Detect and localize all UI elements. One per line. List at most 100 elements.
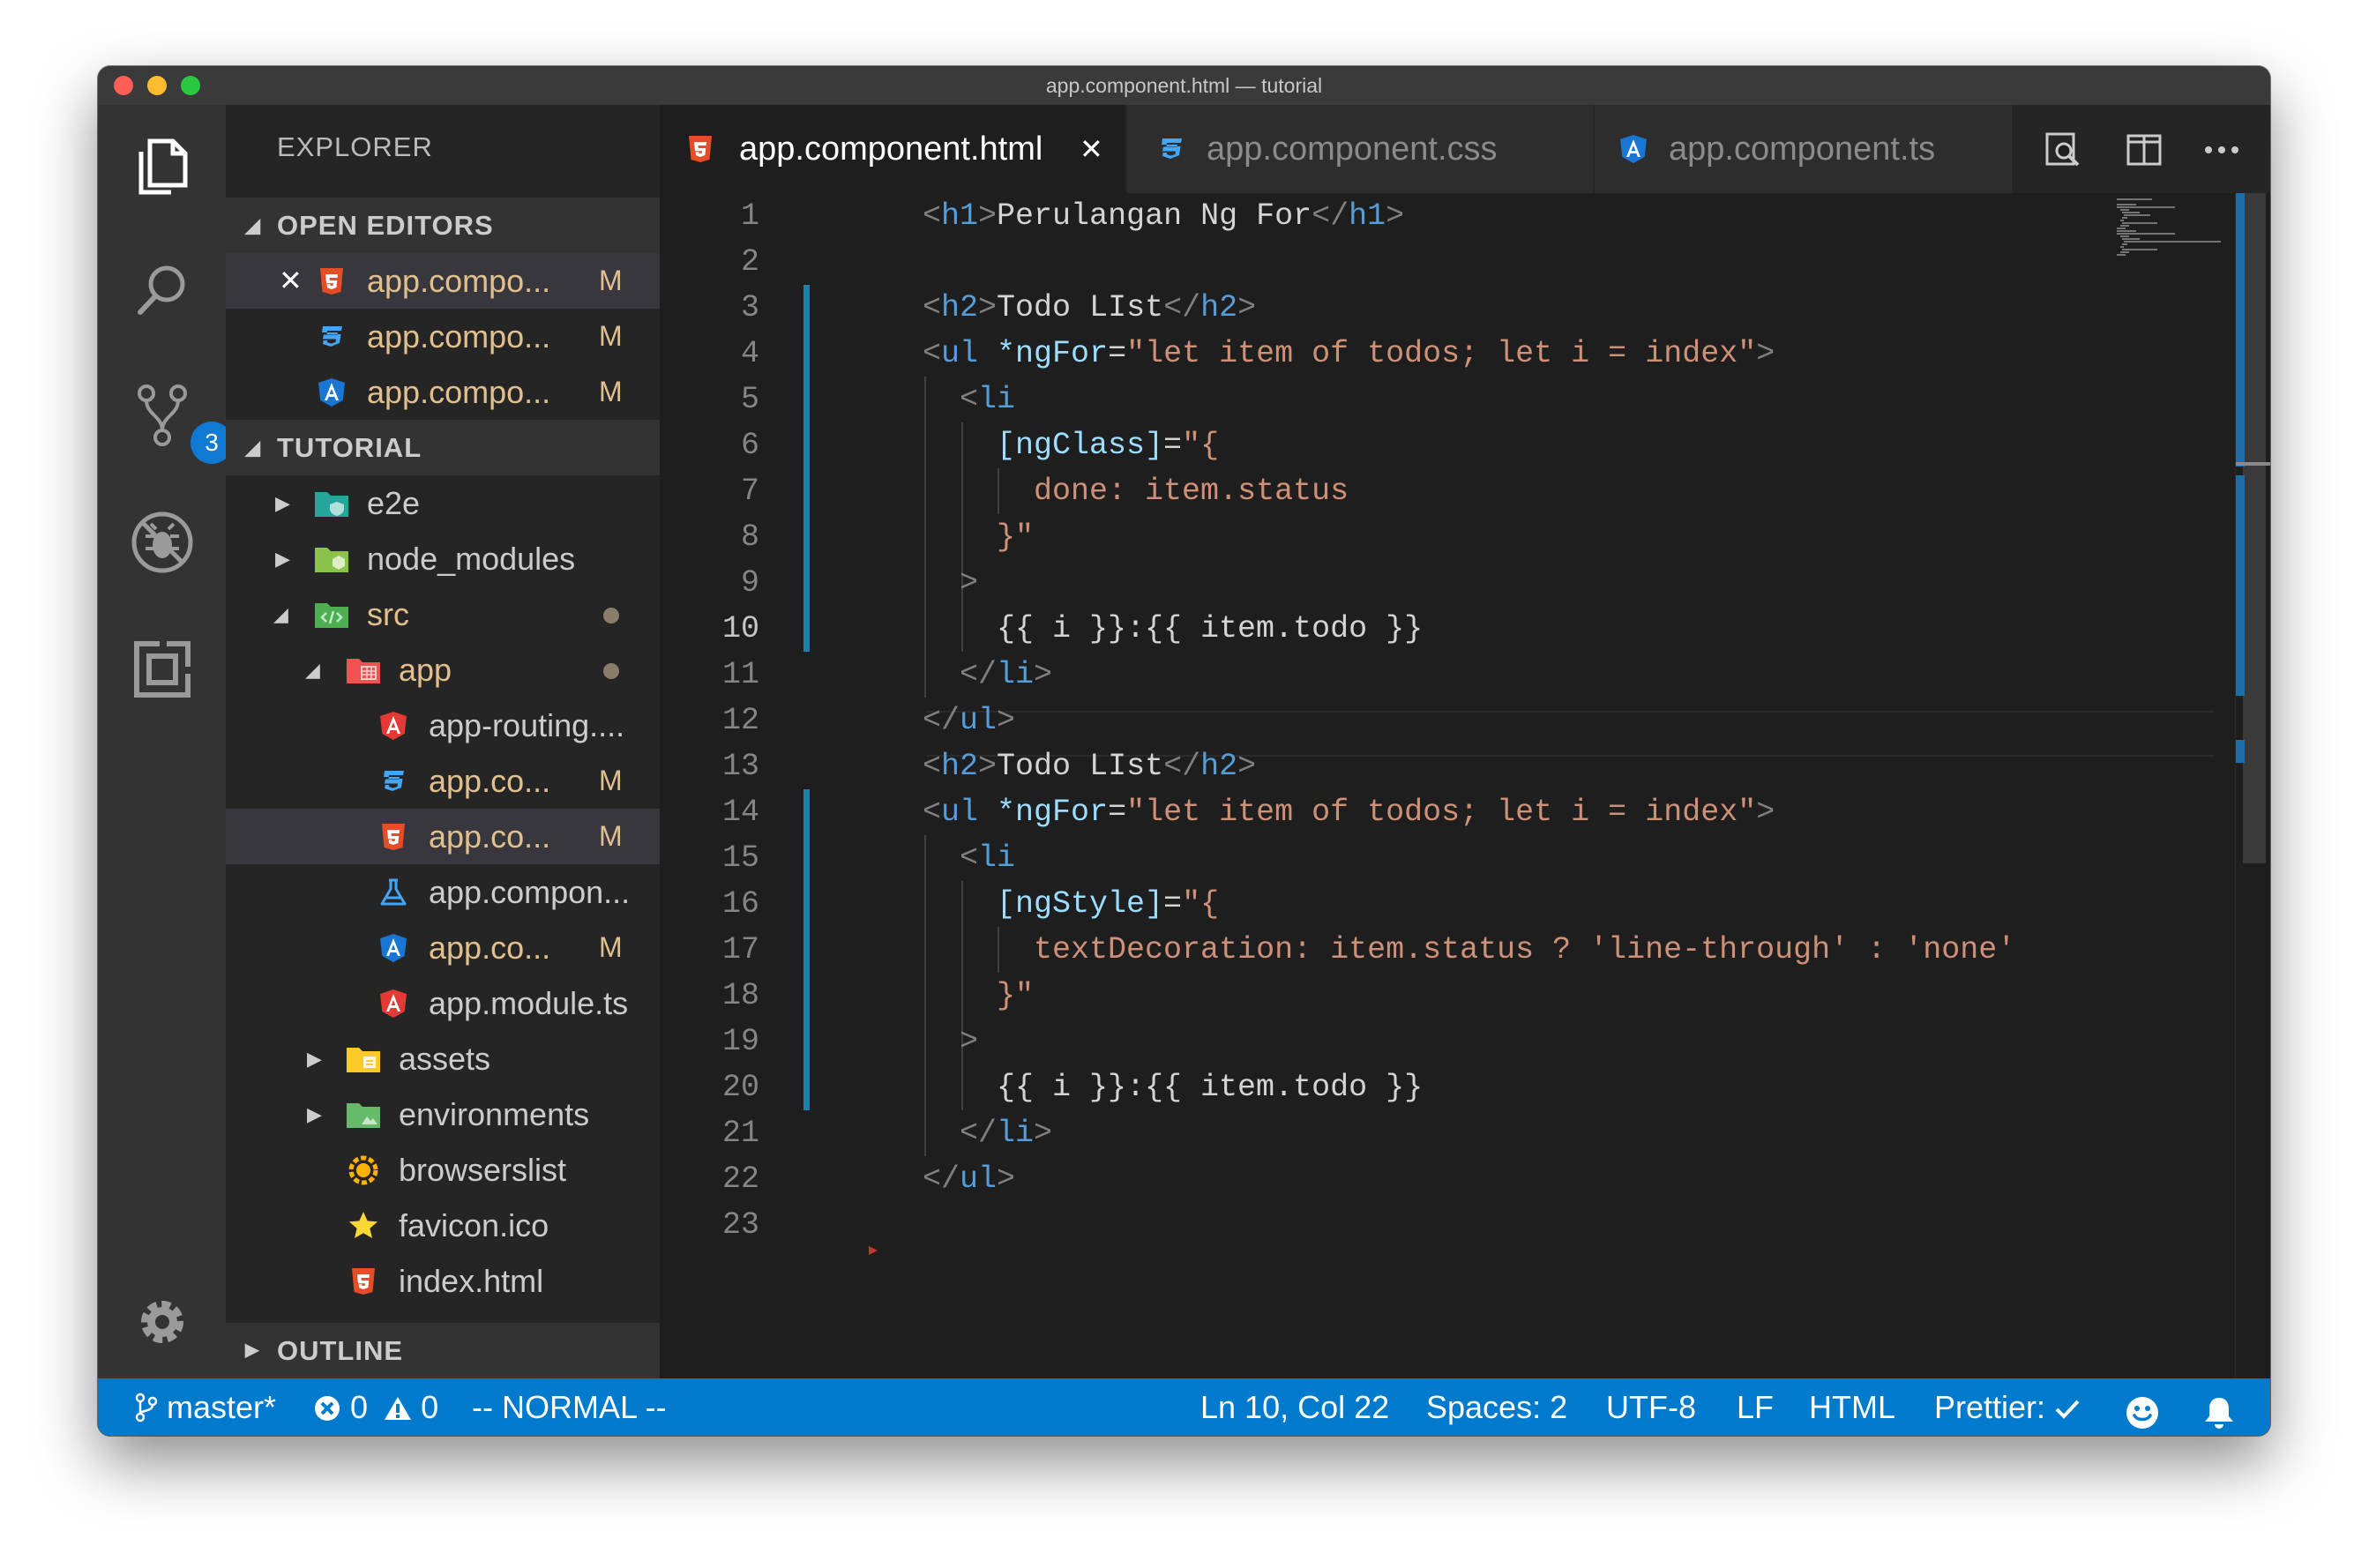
- indentation-status[interactable]: Spaces: 2: [1426, 1378, 1567, 1436]
- feedback-smiley-icon[interactable]: [2125, 1391, 2160, 1436]
- open-preview-icon[interactable]: [2043, 130, 2083, 170]
- code-line: </li>: [960, 1116, 1053, 1151]
- chevron-down-icon: ◢: [245, 437, 261, 459]
- line-number: 6: [740, 428, 759, 463]
- tree-item-folder[interactable]: ▶ e2e: [226, 475, 660, 531]
- scrollbar-thumb[interactable]: [2243, 193, 2266, 863]
- tree-item-file[interactable]: app.module.ts: [226, 975, 660, 1031]
- code-line: }": [997, 978, 1035, 1013]
- line-number: 5: [740, 382, 759, 417]
- git-branch-icon: [135, 1393, 158, 1422]
- tree-item-file[interactable]: app.co... M: [226, 753, 660, 809]
- line-number: 3: [740, 290, 759, 325]
- tab-close-icon[interactable]: ✕: [1080, 105, 1103, 193]
- code-line: >: [960, 565, 979, 601]
- encoding-status[interactable]: UTF-8: [1606, 1378, 1696, 1436]
- code-line: </li>: [960, 657, 1053, 692]
- gear-icon[interactable]: [127, 1287, 198, 1357]
- angular-icon: [376, 930, 411, 966]
- line-number: 18: [721, 978, 759, 1013]
- code-line: [ngStyle]="{: [997, 886, 1220, 922]
- notifications-bell-icon[interactable]: [2202, 1391, 2236, 1436]
- folder-assets-icon: [346, 1042, 381, 1077]
- source-control-icon[interactable]: 3: [127, 380, 233, 464]
- scrollbar-marker: [2236, 193, 2245, 467]
- tab-app-component-ts[interactable]: app.component.ts: [1595, 105, 2012, 193]
- minimap[interactable]: [2115, 197, 2221, 285]
- line-number: 22: [721, 1161, 759, 1197]
- chevron-right-icon: ▶: [307, 1048, 322, 1070]
- problems-status[interactable]: 0 0: [313, 1378, 438, 1436]
- code-line: <h1>Perulangan Ng For</h1>: [923, 198, 1405, 234]
- line-number: 1: [740, 198, 759, 234]
- close-icon[interactable]: ✕: [279, 253, 303, 309]
- folder-e2e-icon: [314, 486, 349, 521]
- chevron-right-icon: ▶: [245, 1340, 260, 1360]
- split-editor-icon[interactable]: [2124, 130, 2164, 170]
- angular-red-icon: [376, 708, 411, 743]
- tree-item-file[interactable]: favicon.ico: [226, 1198, 660, 1253]
- language-mode-status[interactable]: HTML: [1809, 1378, 1895, 1436]
- modified-dot: [603, 608, 619, 623]
- line-number: 14: [721, 795, 759, 830]
- tree-item-file[interactable]: app.compon...: [226, 864, 660, 920]
- code-line: [ngClass]="{: [997, 428, 1220, 463]
- tree-item-file[interactable]: app.co... M: [226, 809, 660, 864]
- zoom-window-button[interactable]: [181, 76, 200, 95]
- scrollbar-marker: [2236, 475, 2245, 696]
- tab-app-component-html[interactable]: app.component.html ✕: [660, 105, 1125, 193]
- tree-item-folder[interactable]: ▶ environments: [226, 1086, 660, 1142]
- line-number: 4: [740, 336, 759, 371]
- prettier-status[interactable]: Prettier:: [1934, 1378, 2081, 1436]
- browserslist-icon: [346, 1153, 381, 1188]
- code-line: <h2>Todo LIst</h2>: [923, 749, 1257, 784]
- open-editors-header[interactable]: ◢ OPEN EDITORS: [226, 198, 660, 253]
- explorer-sidebar: EXPLORER ◢ OPEN EDITORS ✕ app.compo... M…: [226, 105, 660, 1378]
- close-window-button[interactable]: [114, 76, 133, 95]
- open-editor-item[interactable]: app.compo... M: [226, 364, 660, 420]
- search-icon[interactable]: [127, 255, 198, 325]
- tree-item-file[interactable]: index.html: [226, 1253, 660, 1309]
- open-editor-item[interactable]: ✕ app.compo... M: [226, 253, 660, 309]
- vertical-scrollbar[interactable]: [2235, 193, 2270, 1378]
- html5-icon: [376, 819, 411, 855]
- chevron-down-icon: ◢: [305, 659, 320, 681]
- line-number: 20: [721, 1070, 759, 1105]
- tree-item-folder[interactable]: ◢ app: [226, 642, 660, 698]
- tree-item-file[interactable]: browserslist: [226, 1142, 660, 1198]
- tree-item-folder[interactable]: ▶ node_modules: [226, 531, 660, 586]
- star-icon: [346, 1208, 381, 1243]
- extensions-icon[interactable]: [127, 634, 198, 705]
- cursor-position-status[interactable]: Ln 10, Col 22: [1200, 1378, 1389, 1436]
- open-editor-item[interactable]: app.compo... M: [226, 309, 660, 364]
- tree-item-file[interactable]: app-routing....: [226, 698, 660, 753]
- minimize-window-button[interactable]: [147, 76, 167, 95]
- outline-header[interactable]: ▶ OUTLINE: [226, 1323, 660, 1378]
- css3-icon: [314, 319, 349, 355]
- eol-status[interactable]: LF: [1737, 1378, 1774, 1436]
- css3-icon: [1154, 131, 1189, 167]
- folder-src-icon: [314, 597, 349, 632]
- check-icon: [2055, 1400, 2080, 1419]
- debug-icon[interactable]: [127, 507, 198, 578]
- chevron-right-icon: ▶: [307, 1103, 322, 1125]
- line-number: 13: [721, 749, 759, 784]
- error-icon: [315, 1396, 340, 1421]
- line-number: 8: [740, 519, 759, 555]
- css3-icon: [376, 764, 411, 799]
- branch-status[interactable]: master*: [135, 1378, 276, 1436]
- tab-app-component-css[interactable]: app.component.css: [1127, 105, 1593, 193]
- line-number: 19: [721, 1024, 759, 1059]
- more-actions-icon[interactable]: [2201, 130, 2242, 170]
- tab-bar: app.component.html ✕ app.component.css a…: [660, 105, 2270, 193]
- tree-item-folder[interactable]: ◢ src: [226, 586, 660, 642]
- code-editor[interactable]: 1 <h1>Perulangan Ng For</h1> 2 3 <h2>Todo LI…: [660, 193, 2270, 1378]
- code-line: </ul>: [923, 703, 1016, 738]
- files-icon[interactable]: [127, 131, 198, 202]
- sidebar-title: EXPLORER: [277, 131, 433, 162]
- tree-item-folder[interactable]: ▶ assets: [226, 1031, 660, 1086]
- tree-item-file[interactable]: app.co... M: [226, 920, 660, 975]
- chevron-right-icon: ▶: [275, 548, 290, 570]
- code-line: <li: [960, 382, 1016, 417]
- tutorial-header[interactable]: ◢ TUTORIAL: [226, 420, 660, 475]
